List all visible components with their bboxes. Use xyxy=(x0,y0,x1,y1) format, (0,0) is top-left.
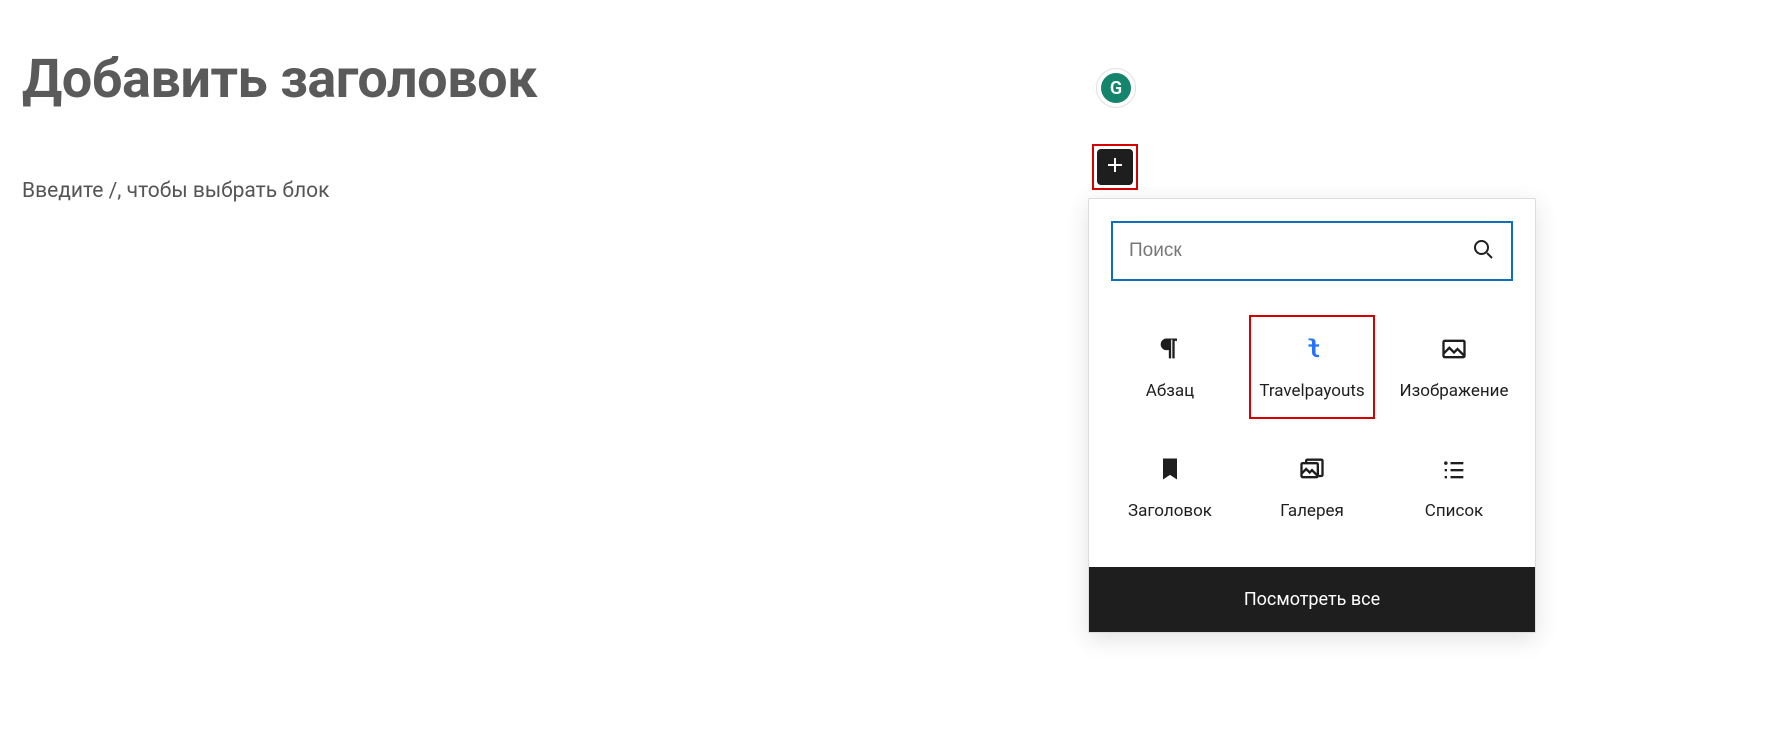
plus-icon xyxy=(1103,153,1127,181)
bookmark-icon xyxy=(1154,453,1186,485)
gallery-icon xyxy=(1296,453,1328,485)
block-gallery[interactable]: Галерея xyxy=(1241,427,1383,547)
block-list[interactable]: Список xyxy=(1383,427,1525,547)
block-label: Абзац xyxy=(1146,381,1194,401)
search-icon xyxy=(1471,237,1495,265)
block-label: Галерея xyxy=(1280,501,1344,521)
add-block-highlight xyxy=(1092,144,1138,190)
block-label: Изображение xyxy=(1399,381,1508,401)
image-icon xyxy=(1438,333,1470,365)
block-label: Заголовок xyxy=(1128,501,1212,521)
grammarly-icon: G xyxy=(1101,73,1131,103)
travelpayouts-icon xyxy=(1296,333,1328,365)
block-inserter-popover: Абзац Travelpayouts Изображение Заголово… xyxy=(1088,198,1536,633)
list-icon xyxy=(1438,453,1470,485)
editor-canvas: Добавить заголовок Введите /, чтобы выбр… xyxy=(22,48,1022,203)
block-image[interactable]: Изображение xyxy=(1383,307,1525,427)
add-block-button[interactable] xyxy=(1097,149,1133,185)
post-title-input[interactable]: Добавить заголовок xyxy=(22,48,1022,111)
pilcrow-icon xyxy=(1154,333,1186,365)
browse-all-button[interactable]: Посмотреть все xyxy=(1089,567,1535,632)
block-label: Travelpayouts xyxy=(1259,381,1364,401)
search-box xyxy=(1111,221,1513,281)
search-wrapper xyxy=(1089,199,1535,297)
block-heading[interactable]: Заголовок xyxy=(1099,427,1241,547)
grammarly-badge[interactable]: G xyxy=(1096,68,1136,108)
block-paragraph[interactable]: Абзац xyxy=(1099,307,1241,427)
block-label: Список xyxy=(1425,501,1483,521)
block-travelpayouts[interactable]: Travelpayouts xyxy=(1241,307,1383,427)
post-body-input[interactable]: Введите /, чтобы выбрать блок xyxy=(22,179,1022,203)
blocks-grid: Абзац Travelpayouts Изображение Заголово… xyxy=(1089,297,1535,567)
search-input[interactable] xyxy=(1129,240,1471,262)
